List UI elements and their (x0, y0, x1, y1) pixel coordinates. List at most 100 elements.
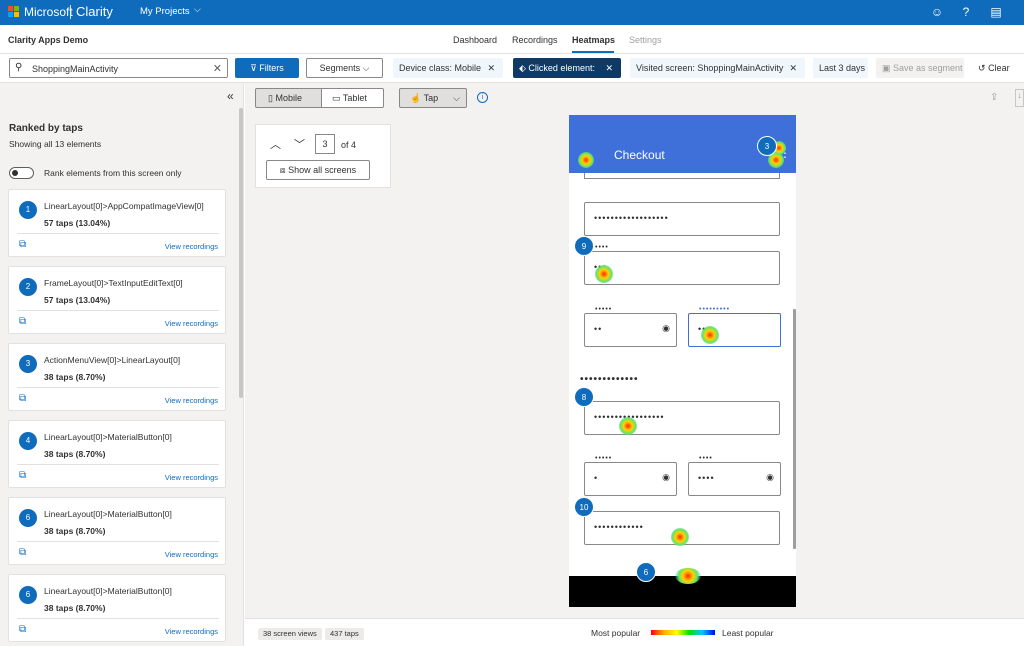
rank-badge: 6 (19, 509, 37, 527)
filter-bar: ⚲ ShoppingMainActivity ✕ ⊽ Filters Segme… (0, 54, 1024, 83)
tab-settings[interactable]: Settings (629, 35, 662, 45)
field-value: •••••••••••• (594, 522, 644, 532)
field-label: •••• (699, 455, 713, 462)
chevron-down-icon[interactable]: ﹀ (294, 136, 305, 152)
copy-icon[interactable]: ⧉ (19, 317, 28, 327)
remove-chip-icon[interactable]: ✕ (789, 58, 797, 78)
view-recordings-link[interactable]: View recordings (165, 473, 218, 482)
ranked-element-card[interactable]: 6 LinearLayout[0]>MaterialButton[0] 38 t… (8, 574, 226, 642)
ranked-element-card[interactable]: 4 LinearLayout[0]>MaterialButton[0] 38 t… (8, 420, 226, 488)
share-icon[interactable]: ⇪ (990, 92, 998, 103)
field-label: ••••••••• (699, 306, 731, 313)
microsoft-logo-icon (8, 6, 20, 18)
heat-spot (619, 417, 637, 435)
checkout-field[interactable]: •••••••••••••••••• (584, 202, 780, 236)
info-icon[interactable]: i (477, 92, 488, 103)
view-recordings-link[interactable]: View recordings (165, 627, 218, 636)
copy-icon[interactable]: ⧉ (19, 548, 28, 558)
save-icon: ▣ (882, 63, 894, 73)
feedback-smile-icon[interactable]: ☺ (929, 4, 945, 20)
screen-search-box[interactable]: ⚲ ShoppingMainActivity ✕ (9, 58, 228, 78)
ranked-element-card[interactable]: 2 FrameLayout[0]>TextInputEditText[0] 57… (8, 266, 226, 334)
filter-chip-clicked-element[interactable]: ⬖ Clicked element: ✕ (513, 58, 621, 78)
copy-icon[interactable]: ⧉ (19, 471, 28, 481)
filters-label: Filters (259, 63, 284, 73)
show-all-screens-button[interactable]: ⧈ Show all screens (266, 160, 370, 180)
projects-menu[interactable]: My Projects (140, 6, 190, 17)
save-segment-button[interactable]: ▣ Save as segment (876, 58, 964, 78)
segments-dropdown[interactable]: Segments ⌵ (306, 58, 383, 78)
checkout-field[interactable]: •• ◉ (584, 313, 677, 347)
element-taps: 57 taps (13.04%) (44, 295, 111, 305)
heat-spot (595, 265, 613, 283)
rank-marker[interactable]: 3 (757, 136, 777, 156)
toggle-label: Rank elements from this screen only (44, 168, 182, 178)
ranked-element-card[interactable]: 1 LinearLayout[0]>AppCompatImageView[0] … (8, 189, 226, 257)
filter-chip-visited-screen[interactable]: Visited screen: ShoppingMainActivity ✕ (630, 58, 805, 78)
drop-icon: ⬖ (519, 63, 529, 73)
checkout-field[interactable]: ••••••••••••••••• (584, 401, 780, 435)
document-icon[interactable]: ▤ (988, 4, 1004, 20)
panel-title: Ranked by taps (9, 123, 83, 134)
field-label: •••• (595, 244, 609, 251)
segments-label: Segments (319, 63, 361, 73)
active-tab-indicator (572, 51, 614, 53)
screen-pager: ︿ ﹀ 3 of 4 ⧈ Show all screens (255, 124, 391, 188)
panel-scrollbar[interactable] (239, 108, 243, 398)
element-taps: 38 taps (8.70%) (44, 372, 106, 382)
checkout-field[interactable]: • ◉ (584, 462, 677, 496)
view-recordings-link[interactable]: View recordings (165, 550, 218, 559)
mobile-toggle-button[interactable]: ▯ Mobile (255, 88, 322, 108)
chip-label: Device class: Mobile (399, 63, 482, 73)
rank-marker[interactable]: 8 (574, 387, 594, 407)
visibility-toggle-icon[interactable]: ◉ (766, 472, 774, 483)
ranked-element-card[interactable]: 6 LinearLayout[0]>MaterialButton[0] 38 t… (8, 497, 226, 565)
tab-recordings[interactable]: Recordings (512, 35, 558, 45)
remove-chip-icon[interactable]: ✕ (487, 58, 495, 78)
checkout-field[interactable]: ••• (584, 251, 780, 285)
rank-marker[interactable]: 9 (574, 236, 594, 256)
checkout-field[interactable]: •••• ◉ (688, 462, 781, 496)
save-segment-label: Save as segment (893, 63, 963, 73)
remove-chip-icon[interactable]: ✕ (605, 58, 613, 78)
download-icon[interactable]: ↓ (1015, 89, 1024, 107)
copy-icon[interactable]: ⧉ (19, 625, 28, 635)
rank-screen-only-toggle[interactable] (9, 167, 34, 179)
screen-number-input[interactable]: 3 (315, 134, 335, 154)
product-name[interactable]: Clarity (76, 4, 113, 19)
tab-heatmaps[interactable]: Heatmaps (572, 35, 615, 45)
copy-icon[interactable]: ⧉ (19, 394, 28, 404)
chevron-up-icon[interactable]: ︿ (270, 136, 281, 152)
visibility-toggle-icon[interactable]: ◉ (662, 472, 670, 483)
status-bar (569, 115, 796, 137)
collapse-panel-icon[interactable]: « (227, 89, 234, 103)
view-recordings-link[interactable]: View recordings (165, 242, 218, 251)
interaction-type-dropdown[interactable]: ☝ Tap ⌵ (399, 88, 467, 108)
panel-subtitle: Showing all 13 elements (9, 139, 102, 149)
tablet-label: Tablet (342, 93, 367, 103)
view-recordings-link[interactable]: View recordings (165, 396, 218, 405)
taps-count: 437 taps (325, 628, 364, 640)
search-input[interactable]: ShoppingMainActivity (32, 64, 118, 74)
ranked-element-card[interactable]: 3 ActionMenuView[0]>LinearLayout[0] 38 t… (8, 343, 226, 411)
filters-button[interactable]: ⊽ Filters (235, 58, 299, 78)
rank-marker[interactable]: 6 (636, 562, 656, 582)
visibility-toggle-icon[interactable]: ◉ (662, 323, 670, 334)
filter-chip-device[interactable]: Device class: Mobile ✕ (393, 58, 503, 78)
view-recordings-link[interactable]: View recordings (165, 319, 218, 328)
toggle-knob (12, 170, 18, 176)
rank-marker[interactable]: 10 (574, 497, 594, 517)
brand-label: Microsoft (24, 5, 73, 19)
phone-scrollbar (793, 309, 796, 549)
clear-search-icon[interactable]: ✕ (213, 62, 222, 75)
tab-dashboard[interactable]: Dashboard (453, 35, 497, 45)
card-divider (17, 618, 219, 619)
chevron-down-icon[interactable]: ⌵ (194, 4, 201, 15)
date-range-button[interactable]: Last 3 days (813, 58, 868, 78)
clear-button[interactable]: ↺ Clear (978, 63, 1010, 74)
tablet-toggle-button[interactable]: ▭ Tablet (321, 88, 384, 108)
help-icon[interactable]: ? (958, 4, 974, 20)
heat-spot (671, 528, 689, 546)
copy-icon[interactable]: ⧉ (19, 240, 28, 250)
app-name: Clarity Apps Demo (8, 35, 89, 45)
